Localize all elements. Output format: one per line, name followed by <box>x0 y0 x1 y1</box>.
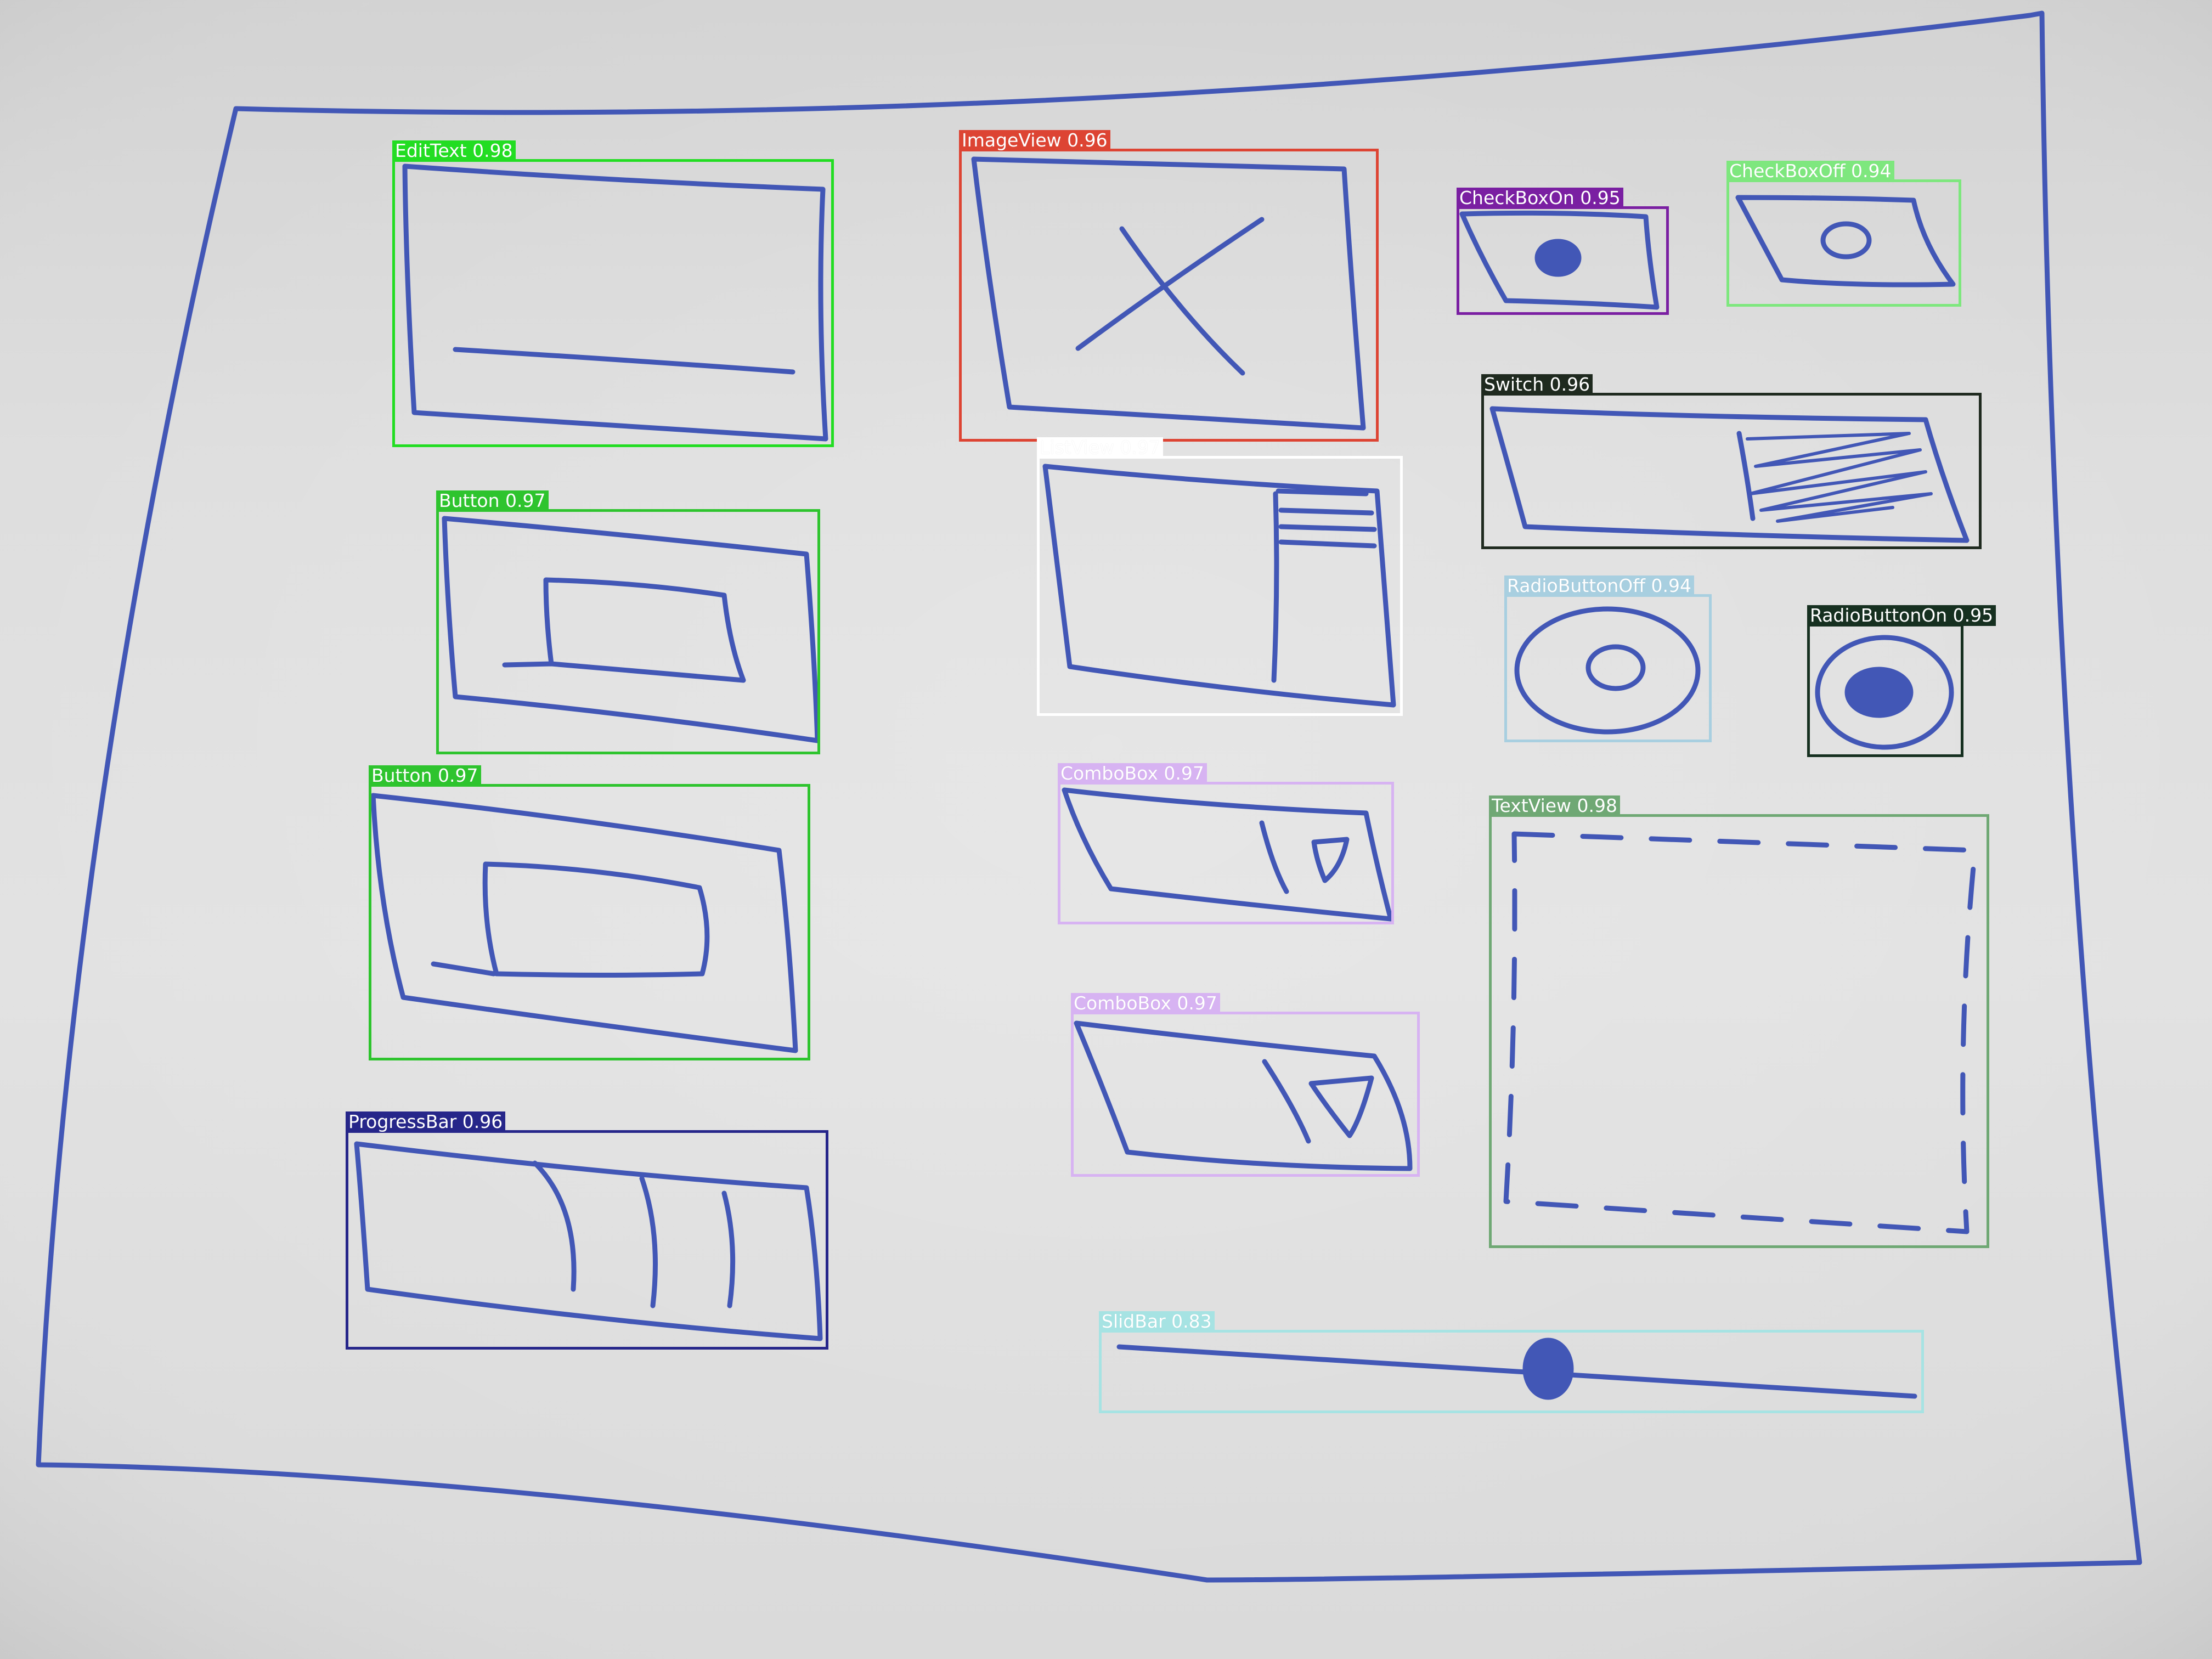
detection-label: ImageView 0.96 <box>959 130 1110 151</box>
detection-listview: ListView 0.97 <box>1037 437 1403 716</box>
detection-label: CheckBoxOn 0.95 <box>1457 188 1623 208</box>
detection-label: ProgressBar 0.96 <box>346 1111 506 1132</box>
detection-switch: Switch 0.96 <box>1481 374 1982 549</box>
detection-progressbar: ProgressBar 0.96 <box>346 1111 828 1350</box>
detection-combobox-2: ComboBox 0.97 <box>1071 993 1420 1177</box>
detection-checkbox-on: CheckBoxOn 0.95 <box>1457 188 1669 315</box>
detection-label: EditText 0.98 <box>392 140 516 161</box>
detection-label: SlidBar 0.83 <box>1099 1311 1215 1332</box>
detection-label: RadioButtonOff 0.94 <box>1504 575 1694 596</box>
detection-label: ComboBox 0.97 <box>1058 763 1207 784</box>
detection-radio-on: RadioButtonOn 0.95 <box>1807 605 1996 757</box>
detection-label: CheckBoxOff 0.94 <box>1726 161 1894 182</box>
detection-label: Button 0.97 <box>369 765 481 786</box>
detection-label: Switch 0.96 <box>1481 374 1593 395</box>
detection-radio-off: RadioButtonOff 0.94 <box>1504 575 1712 742</box>
detection-button-2: Button 0.97 <box>369 765 810 1060</box>
detection-imageview: ImageView 0.96 <box>959 130 1379 442</box>
detection-combobox-1: ComboBox 0.97 <box>1058 763 1394 924</box>
detection-label: TextView 0.98 <box>1489 795 1621 816</box>
detection-label: RadioButtonOn 0.95 <box>1807 605 1996 626</box>
detection-edittext: EditText 0.98 <box>392 140 834 447</box>
detection-textview: TextView 0.98 <box>1489 795 1989 1248</box>
detection-slidbar: SlidBar 0.83 <box>1099 1311 1924 1413</box>
detection-checkbox-off: CheckBoxOff 0.94 <box>1726 161 1961 307</box>
detection-label: Button 0.97 <box>436 490 549 511</box>
detection-label: ListView 0.97 <box>1037 437 1163 458</box>
photo-scene: EditText 0.98 ImageView 0.96 CheckBoxOn … <box>0 0 2212 1659</box>
detection-button-1: Button 0.97 <box>436 490 820 754</box>
detection-label: ComboBox 0.97 <box>1071 993 1220 1014</box>
